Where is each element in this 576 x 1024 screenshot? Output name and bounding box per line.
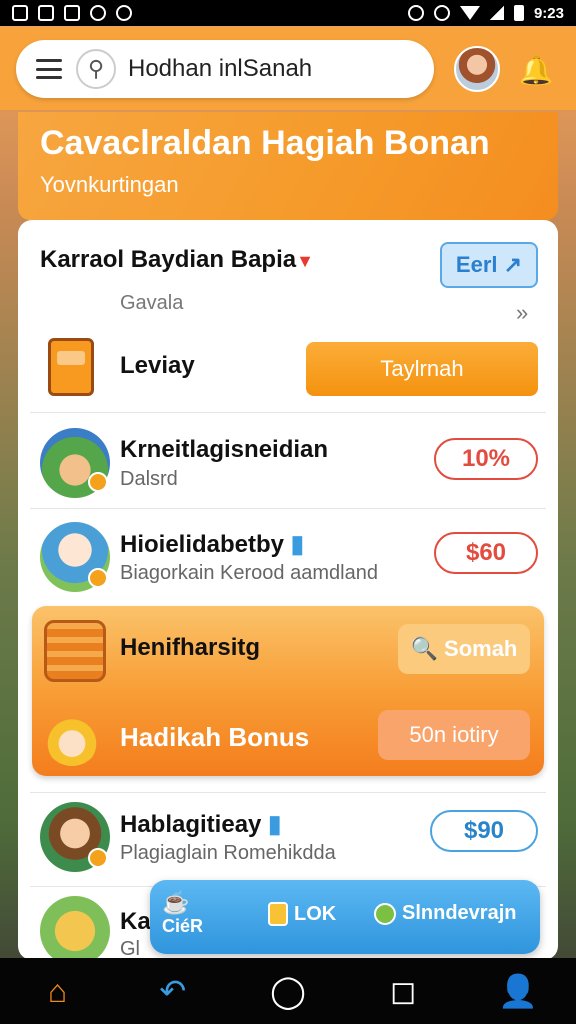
download-button[interactable]: Slnndevrajn [374,902,516,925]
promo-title: Henifharsitg [120,634,261,661]
wifi-icon [459,6,480,20]
promo-card[interactable]: Henifharsitg 🔍 Somah Hadikah Bonus 50n i… [32,606,544,776]
globe-icon [374,902,396,925]
trophy-button[interactable]: ☕ CiéR [162,890,203,937]
divider [30,508,546,509]
trophy-icon: ☕ [162,890,190,915]
bottom-nav: ⌂ ↶ ◯ ◻ 👤 [0,958,576,1024]
coin-badge-icon [88,848,108,868]
list-item-title-text: Hablagitieay [120,811,262,838]
waffle-icon [44,620,106,682]
divider [30,792,546,793]
earn-button[interactable]: Eerl ↗ [440,242,538,288]
lock-label: LOK [294,902,337,925]
list-item-title: Hablagitieay ▮ [120,810,281,839]
promo-button-top-label: Somah [444,636,518,661]
coin-badge-icon [88,568,108,588]
ticket-machine-icon [48,338,94,396]
leviay-label: Leviay [120,352,195,379]
price-badge[interactable]: $90 [430,810,538,852]
banner[interactable]: Cavaclraldan Hagiah Bonan Yovnkurtingan [18,112,558,220]
banner-subtitle: Yovnkurtingan [40,172,179,197]
promo-bonus-button[interactable]: 50n iotiry [378,710,530,760]
list-item-title-text: Hioielidabetby [120,531,285,558]
percent-badge[interactable]: 10% [434,438,538,480]
app-notification-icon [38,5,54,21]
bell-icon[interactable]: 🔔 [518,50,554,90]
card-title-text: Karraol Baydian Bapia [40,246,297,273]
coin-icon [268,902,288,926]
home-icon[interactable]: ⌂ [28,966,88,1016]
menu-icon[interactable] [36,59,62,79]
card-title: Karraol Baydian Bapia▼ [40,246,314,274]
bottle-icon: ▮ [268,811,282,838]
status-icons-right: 9:23 [407,4,564,22]
sync-notification-icon [90,5,106,21]
signal-icon [489,6,504,20]
list-item-subtitle: Biagorkain Kerood aamdland [120,562,378,584]
list-item-title: Krneitlagisneidian [120,436,329,463]
status-time: 9:23 [533,4,564,22]
app-bar: ⚲ Hodhan inlSanah 🔔 [0,28,576,110]
promo-search-button[interactable]: 🔍 Somah [398,624,530,674]
promo-bonus-label: Hadikah Bonus [120,722,310,752]
profile-icon[interactable]: 👤 [488,966,548,1016]
image-notification-icon [12,5,28,21]
divider [30,412,546,413]
sign-board-icon [40,896,110,960]
list-item[interactable]: Hioielidabetby ▮ Biagorkain Kerood aamdl… [18,516,558,606]
instagram-notification-icon [64,5,80,21]
coin-badge-icon [88,472,108,492]
data-saver-icon [433,5,450,21]
earn-label: Eerl [455,252,498,277]
status-icons-left [12,5,132,21]
price-badge[interactable]: $60 [434,532,538,574]
banner-title: Cavaclraldan Hagiah Bonan [40,124,490,162]
alarm-icon [407,5,424,21]
chevron-right-icon[interactable]: » [516,300,528,326]
settings-notification-icon [116,5,132,21]
list-item-subtitle: Gl [120,938,140,960]
hat-character-icon [44,710,100,766]
lock-button[interactable]: LOK [268,902,336,926]
list-item-title: Ka [120,908,151,935]
list-item[interactable]: Hablagitieay ▮ Plagiaglain Romehikdda $9… [18,796,558,888]
battery-icon [513,5,524,21]
back-icon[interactable]: ↶ [143,966,203,1016]
list-item-title: Hioielidabetby ▮ [120,530,304,559]
bottle-icon: ▮ [290,531,304,558]
avatar[interactable] [454,46,500,92]
recents-icon[interactable]: ◻ [373,966,433,1016]
trophy-label: CiéR [162,916,204,936]
list-item[interactable]: Krneitlagisneidian Dalsrd 10% [18,420,558,510]
status-bar: 9:23 [0,0,576,26]
search-bar[interactable]: ⚲ Hodhan inlSanah [16,40,434,98]
list-item-subtitle: Plagiaglain Romehikdda [120,842,336,864]
flag-icon: ▼ [296,251,314,271]
card-subtitle: Gavala [120,292,184,314]
circle-home-icon[interactable]: ◯ [258,966,318,1016]
floating-action-bar[interactable]: ☕ CiéR LOK Slnndevrajn [150,880,540,954]
search-icon: 🔍 [410,636,439,661]
action-button[interactable]: Taylrnah [306,342,538,396]
search-input[interactable]: Hodhan inlSanah [128,55,312,83]
arrow-icon: ↗ [503,252,523,277]
search-icon[interactable]: ⚲ [76,49,116,89]
list-item-subtitle: Dalsrd [120,468,178,490]
download-label: Slnndevrajn [402,902,517,924]
main-card: Karraol Baydian Bapia▼ Eerl ↗ Gavala » L… [18,220,558,960]
